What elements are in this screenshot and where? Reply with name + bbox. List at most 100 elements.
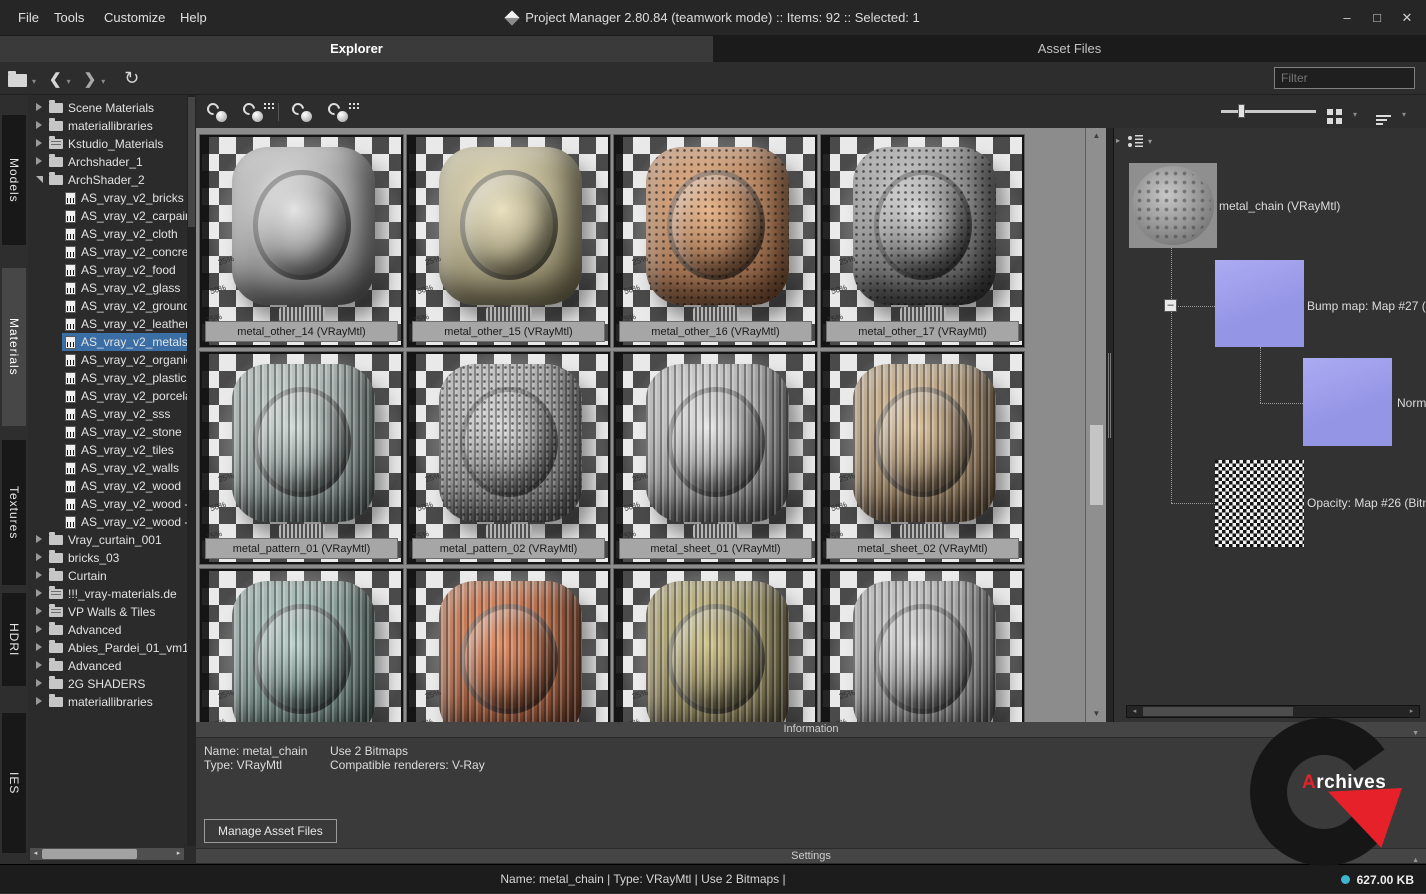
- category-tab-hdri[interactable]: HDRI: [2, 593, 26, 686]
- tree-item-body[interactable]: AS_vray_v2_carpaint: [62, 207, 187, 225]
- tree-item-body[interactable]: AS_vray_v2_organic: [62, 351, 187, 369]
- refresh-icon[interactable]: ↻: [124, 68, 139, 89]
- tree-item[interactable]: bricks_03: [28, 549, 187, 567]
- tree-item[interactable]: AS_vray_v2_stone: [28, 423, 187, 441]
- tree-item-body[interactable]: Advanced: [46, 657, 124, 675]
- tree-item-body[interactable]: bricks_03: [46, 549, 122, 567]
- scroll-up-icon[interactable]: ▲: [1086, 128, 1107, 144]
- tree-item[interactable]: AS_vray_v2_wood: [28, 477, 187, 495]
- reload-material-icon[interactable]: [291, 102, 315, 122]
- tree-item-body[interactable]: Archshader_1: [46, 153, 146, 171]
- panel-splitter[interactable]: [1106, 128, 1113, 722]
- expand-arrow-icon[interactable]: [32, 607, 46, 617]
- opacity-map-node[interactable]: [1215, 460, 1304, 547]
- tab-explorer[interactable]: Explorer: [0, 36, 713, 62]
- normal-map-node[interactable]: [1303, 358, 1392, 446]
- material-thumbnail[interactable]: 25%50%75%metal_other_14 (VRayMtl): [200, 135, 403, 347]
- tree-item[interactable]: AS_vray_v2_plastics: [28, 369, 187, 387]
- tree-item-body[interactable]: AS_vray_v2_porcelai: [62, 387, 187, 405]
- tree-item[interactable]: VP Walls & Tiles: [28, 603, 187, 621]
- tree-item[interactable]: AS_vray_v2_ground: [28, 297, 187, 315]
- tree-item-body[interactable]: AS_vray_v2_wood - (: [62, 495, 187, 513]
- forward-icon[interactable]: ❯: [84, 70, 97, 88]
- open-folder-dropdown-icon[interactable]: ▾: [32, 77, 36, 86]
- expand-arrow-icon[interactable]: [32, 553, 46, 563]
- tree-item[interactable]: AS_vray_v2_metals: [28, 333, 187, 351]
- tree-item-body[interactable]: materiallibraries: [46, 117, 156, 135]
- manage-asset-files-button[interactable]: Manage Asset Files: [204, 819, 337, 843]
- tree-item[interactable]: Vray_curtain_001: [28, 531, 187, 549]
- tree-item[interactable]: !!!_vray-materials.de: [28, 585, 187, 603]
- tree-item-body[interactable]: AS_vray_v2_glass: [62, 279, 183, 297]
- update-all-materials-icon[interactable]: [242, 102, 266, 122]
- tree-item-body[interactable]: AS_vray_v2_wood: [62, 477, 184, 495]
- material-thumbnail[interactable]: 25%50%75%: [821, 569, 1024, 722]
- close-button[interactable]: ✕: [1394, 6, 1420, 30]
- back-icon[interactable]: ❮: [49, 70, 62, 88]
- tree-item[interactable]: AS_vray_v2_concret: [28, 243, 187, 261]
- scrollbar-thumb[interactable]: [1090, 425, 1103, 505]
- tree-item-body[interactable]: AS_vray_v2_stone: [62, 423, 185, 441]
- sort-dropdown-icon[interactable]: ▾: [1402, 110, 1406, 119]
- tree-item-body[interactable]: ArchShader_2: [46, 171, 148, 189]
- tree-item-body[interactable]: Scene Materials: [46, 99, 157, 117]
- tree-item[interactable]: AS_vray_v2_carpaint: [28, 207, 187, 225]
- tab-asset-files[interactable]: Asset Files: [713, 36, 1426, 62]
- scroll-left-icon[interactable]: ◂: [30, 848, 41, 860]
- open-folder-icon[interactable]: [8, 74, 27, 87]
- collapse-arrow-icon[interactable]: [32, 176, 46, 185]
- tree-item[interactable]: Kstudio_Materials: [28, 135, 187, 153]
- material-thumbnail[interactable]: 25%50%75%: [614, 569, 817, 722]
- material-preview-node[interactable]: [1129, 163, 1217, 248]
- grid-view-dropdown-icon[interactable]: ▾: [1353, 110, 1357, 119]
- tree-item[interactable]: Advanced: [28, 621, 187, 639]
- tree-item-body[interactable]: AS_vray_v2_food: [62, 261, 179, 279]
- filter-input[interactable]: [1274, 67, 1415, 89]
- tree-item[interactable]: Scene Materials: [28, 99, 187, 117]
- update-material-icon[interactable]: [206, 102, 230, 122]
- tree-horizontal-scrollbar[interactable]: ◂ ▸: [30, 848, 184, 860]
- tree-item-body[interactable]: AS_vray_v2_metals: [62, 333, 187, 351]
- tree-item-body[interactable]: AS_vray_v2_walls: [62, 459, 182, 477]
- tree-item[interactable]: materiallibraries: [28, 693, 187, 711]
- scroll-right-icon[interactable]: ▸: [173, 848, 184, 860]
- expand-arrow-icon[interactable]: [32, 535, 46, 545]
- tree-item[interactable]: AS_vray_v2_leather: [28, 315, 187, 333]
- tree-item[interactable]: Curtain: [28, 567, 187, 585]
- reload-all-materials-icon[interactable]: [327, 102, 351, 122]
- material-thumbnail[interactable]: 25%50%75%: [200, 569, 403, 722]
- grid-view-icon[interactable]: [1327, 109, 1333, 115]
- category-tab-ies[interactable]: IES: [2, 713, 26, 853]
- category-tab-materials[interactable]: Materials: [2, 268, 26, 426]
- scrollbar-thumb[interactable]: [42, 849, 137, 859]
- material-thumbnail[interactable]: 25%50%75%metal_other_17 (VRayMtl): [821, 135, 1024, 347]
- minimize-button[interactable]: –: [1334, 6, 1360, 30]
- expand-arrow-icon[interactable]: [32, 643, 46, 653]
- material-thumbnail[interactable]: 25%50%75%metal_sheet_01 (VRayMtl): [614, 352, 817, 564]
- scroll-left-icon[interactable]: ◂: [1129, 706, 1140, 717]
- tree-item-body[interactable]: Curtain: [46, 567, 110, 585]
- expand-arrow-icon[interactable]: [32, 679, 46, 689]
- tree-item[interactable]: materiallibraries: [28, 117, 187, 135]
- tree-item-body[interactable]: 2G SHADERS: [46, 675, 148, 693]
- material-thumbnail[interactable]: 25%50%75%metal_sheet_02 (VRayMtl): [821, 352, 1024, 564]
- node-view-mode-icon[interactable]: [1128, 134, 1143, 149]
- tree-item-body[interactable]: AS_vray_v2_ground: [62, 297, 187, 315]
- tree-item[interactable]: AS_vray_v2_cloth: [28, 225, 187, 243]
- expand-arrow-icon[interactable]: [32, 121, 46, 131]
- sort-icon[interactable]: [1376, 115, 1391, 117]
- tree-item[interactable]: 2G SHADERS: [28, 675, 187, 693]
- tree-item-body[interactable]: VP Walls & Tiles: [46, 603, 158, 621]
- tree-item-body[interactable]: AS_vray_v2_leather: [62, 315, 187, 333]
- tree-item-body[interactable]: !!!_vray-materials.de: [46, 585, 180, 603]
- expand-arrow-icon[interactable]: [32, 697, 46, 707]
- slider-knob[interactable]: [1238, 104, 1245, 118]
- tree-item-body[interactable]: Vray_curtain_001: [46, 531, 165, 549]
- tree-item[interactable]: AS_vray_v2_bricks: [28, 189, 187, 207]
- tree-item-body[interactable]: AS_vray_v2_tiles: [62, 441, 177, 459]
- tree-item-body[interactable]: Kstudio_Materials: [46, 135, 166, 153]
- tree-item[interactable]: AS_vray_v2_porcelai: [28, 387, 187, 405]
- category-tab-models[interactable]: Models: [2, 115, 26, 245]
- tree-item[interactable]: AS_vray_v2_organic: [28, 351, 187, 369]
- tree-item[interactable]: AS_vray_v2_food: [28, 261, 187, 279]
